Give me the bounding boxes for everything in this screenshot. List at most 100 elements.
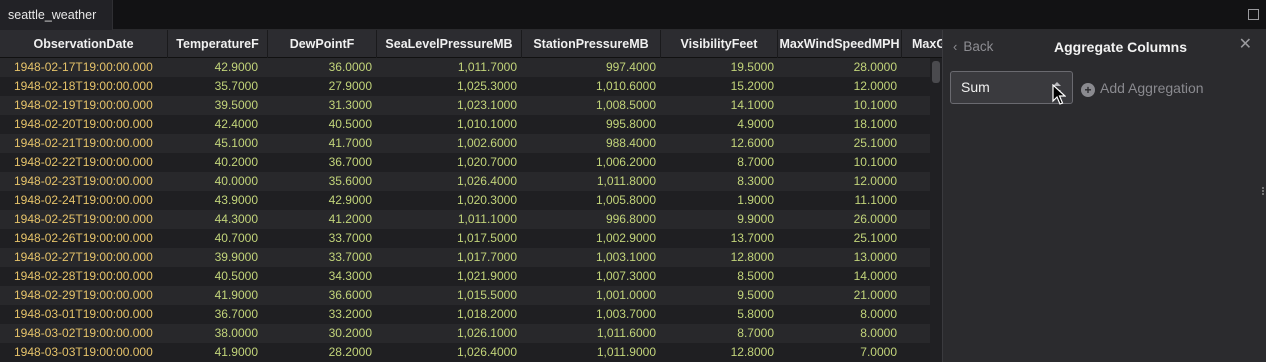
column-header[interactable]: TemperatureF <box>168 30 268 58</box>
table-cell: 1,011.7000 <box>457 60 517 74</box>
table-cell: 12.8000 <box>730 345 774 359</box>
table-cell: 42.4000 <box>214 117 258 131</box>
table-row[interactable]: 1948-02-26T19:00:00.000 40.7000 33.7000 1,0… <box>0 229 930 248</box>
table-cell: 1,002.9000 <box>595 231 656 245</box>
table-cell: 41.9000 <box>214 288 258 302</box>
table-row[interactable]: 1948-03-03T19:00:00.000 41.9000 28.2000 1,0… <box>0 343 930 362</box>
table-cell: 1,026.4000 <box>456 174 517 188</box>
table-cell: 1948-02-26T19:00:00.000 <box>14 231 153 245</box>
table-row[interactable]: 1948-02-17T19:00:00.000 42.9000 36.0000 1,0… <box>0 58 930 77</box>
table-cell: 1948-02-23T19:00:00.000 <box>14 174 153 188</box>
table-row[interactable]: 1948-02-20T19:00:00.000 42.4000 40.5000 1,0… <box>0 115 930 134</box>
table-row[interactable]: 1948-02-21T19:00:00.000 45.1000 41.7000 1,0… <box>0 134 930 153</box>
table-row[interactable]: 1948-02-19T19:00:00.000 39.5000 31.3000 1,0… <box>0 96 930 115</box>
table-cell: 1948-02-17T19:00:00.000 <box>14 60 153 74</box>
table-cell: 33.2000 <box>328 307 372 321</box>
table-cell: 1948-03-01T19:00:00.000 <box>14 307 153 321</box>
table-cell: 5.8000 <box>737 307 774 321</box>
scrollbar-thumb[interactable] <box>932 61 940 83</box>
table-cell: 995.8000 <box>605 117 656 131</box>
table-cell: 18.1000 <box>853 117 897 131</box>
tab-bar: seattle_weather <box>0 0 1266 30</box>
table-cell: 1948-02-20T19:00:00.000 <box>14 117 153 131</box>
table-cell: 41.9000 <box>214 345 258 359</box>
table-row[interactable]: 1948-03-02T19:00:00.000 38.0000 30.2000 1,0… <box>0 324 930 343</box>
column-header[interactable]: StationPressureMB <box>522 30 661 58</box>
table-row[interactable]: 1948-02-24T19:00:00.000 43.9000 42.9000 1,0… <box>0 191 930 210</box>
table-row[interactable]: 1948-03-01T19:00:00.000 36.7000 33.2000 1,0… <box>0 305 930 324</box>
close-icon[interactable]: ✕ <box>1239 36 1252 54</box>
table-cell: 30.2000 <box>328 326 372 340</box>
table-cell: 4.9000 <box>737 117 774 131</box>
table-cell: 9.5000 <box>737 288 774 302</box>
table-cell: 988.4000 <box>605 136 656 150</box>
tab-seattle-weather[interactable]: seattle_weather <box>0 0 113 30</box>
add-aggregation-button[interactable]: + Add Aggregation <box>1081 79 1204 97</box>
table-cell: 1948-02-25T19:00:00.000 <box>14 212 153 226</box>
table-cell: 39.5000 <box>214 98 258 112</box>
table-cell: 41.2000 <box>328 212 372 226</box>
table-row[interactable]: 1948-02-27T19:00:00.000 39.9000 33.7000 1,0… <box>0 248 930 267</box>
back-button[interactable]: ‹ Back <box>953 38 993 56</box>
table-cell: 40.2000 <box>214 155 258 169</box>
table-cell: 1948-02-21T19:00:00.000 <box>14 136 153 150</box>
table-cell: 1,003.1000 <box>595 250 656 264</box>
column-header[interactable]: DewPointF <box>268 30 377 58</box>
table-cell: 44.3000 <box>214 212 258 226</box>
column-header[interactable]: SeaLevelPressureMB <box>377 30 522 58</box>
table-row[interactable]: 1948-02-22T19:00:00.000 40.2000 36.7000 1,0… <box>0 153 930 172</box>
table-row[interactable]: 1948-02-18T19:00:00.000 35.7000 27.9000 1,0… <box>0 77 930 96</box>
table-cell: 1,011.8000 <box>596 174 656 188</box>
table-cell: 12.0000 <box>853 174 897 188</box>
table-row[interactable]: 1948-02-28T19:00:00.000 40.5000 34.3000 1,0… <box>0 267 930 286</box>
table-cell: 1,011.1000 <box>457 212 517 226</box>
table-cell: 33.7000 <box>328 231 372 245</box>
table-cell: 40.5000 <box>328 117 372 131</box>
table-cell: 1,010.6000 <box>595 79 656 93</box>
table-cell: 996.8000 <box>605 212 656 226</box>
table-cell: 1,020.7000 <box>456 155 517 169</box>
table-cell: 26.0000 <box>853 212 897 226</box>
table-cell: 1,017.5000 <box>456 231 517 245</box>
table-cell: 1,026.4000 <box>456 345 517 359</box>
table-cell: 35.6000 <box>328 174 372 188</box>
panel-resize-handle[interactable] <box>1261 186 1265 196</box>
table-cell: 1948-02-22T19:00:00.000 <box>14 155 153 169</box>
table-cell: 27.9000 <box>328 79 372 93</box>
table-cell: 34.3000 <box>328 269 372 283</box>
table-row[interactable]: 1948-02-25T19:00:00.000 44.3000 41.2000 1,0… <box>0 210 930 229</box>
table-cell: 997.4000 <box>605 60 656 74</box>
table-cell: 1,026.1000 <box>456 326 517 340</box>
maximize-icon[interactable] <box>1248 9 1259 20</box>
table-cell: 8.7000 <box>737 155 774 169</box>
table-cell: 36.7000 <box>328 155 372 169</box>
table-cell: 45.1000 <box>214 136 258 150</box>
table-cell: 13.7000 <box>730 231 774 245</box>
table-cell: 1,006.2000 <box>595 155 656 169</box>
column-header[interactable]: VisibilityFeet <box>661 30 778 58</box>
data-grid[interactable]: ObservationDate TemperatureF DewPointF SeaL… <box>0 30 942 362</box>
add-aggregation-label: Add Aggregation <box>1100 80 1204 96</box>
table-cell: 1,003.7000 <box>595 307 656 321</box>
table-cell: 1,011.9000 <box>596 345 656 359</box>
table-cell: 14.1000 <box>730 98 774 112</box>
table-row[interactable]: 1948-02-23T19:00:00.000 40.0000 35.6000 1,0… <box>0 172 930 191</box>
table-cell: 36.6000 <box>328 288 372 302</box>
table-cell: 1,018.2000 <box>456 307 517 321</box>
column-header[interactable]: MaxG <box>902 30 942 58</box>
table-row[interactable]: 1948-02-29T19:00:00.000 41.9000 36.6000 1,0… <box>0 286 930 305</box>
table-cell: 1948-02-18T19:00:00.000 <box>14 79 153 93</box>
table-cell: 13.0000 <box>853 250 897 264</box>
grid-body: 1948-02-17T19:00:00.000 42.9000 36.0000 1,0… <box>0 58 930 362</box>
table-cell: 36.0000 <box>328 60 372 74</box>
table-cell: 1,001.0000 <box>595 288 656 302</box>
table-cell: 1948-02-29T19:00:00.000 <box>14 288 153 302</box>
grid-header: ObservationDate TemperatureF DewPointF SeaL… <box>0 30 942 58</box>
column-header[interactable]: MaxWindSpeedMPH <box>778 30 902 58</box>
table-cell: 1.9000 <box>737 193 774 207</box>
vertical-scrollbar[interactable] <box>930 58 942 362</box>
column-header[interactable]: ObservationDate <box>0 30 168 58</box>
table-cell: 1,007.3000 <box>595 269 656 283</box>
mouse-cursor-icon <box>1052 84 1066 105</box>
table-cell: 25.1000 <box>853 231 897 245</box>
